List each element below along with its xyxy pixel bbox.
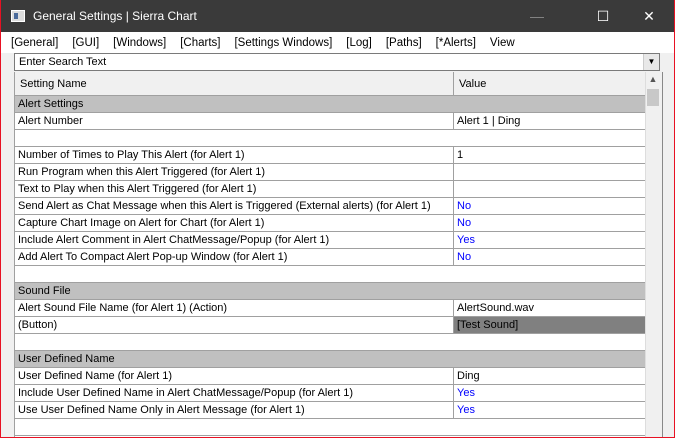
- window-frame: [0, 0, 675, 438]
